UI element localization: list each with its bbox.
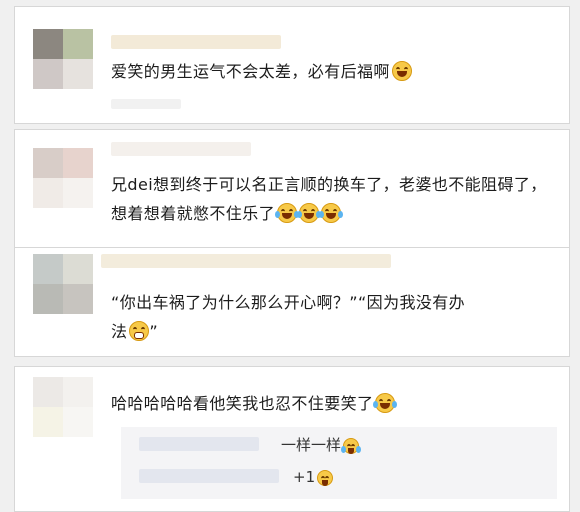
grinning-teeth-icon	[129, 321, 150, 341]
comment-text: 哈哈哈哈哈看他笑我也忍不住要笑了	[111, 389, 557, 418]
blurred-username	[111, 142, 251, 156]
reply-text: +1	[293, 467, 334, 487]
blurred-username	[101, 254, 391, 268]
avatar[interactable]	[33, 29, 93, 89]
comment-card: 哈哈哈哈哈看他笑我也忍不住要笑了 一样一样 +1	[14, 366, 570, 512]
avatar[interactable]	[33, 377, 93, 437]
comment-card: “你出车祸了为什么那么开心啊？”“因为我没有办 法”	[14, 247, 570, 357]
avatar[interactable]	[33, 254, 93, 314]
blurred-timestamp	[111, 99, 181, 109]
blurred-reply-username	[139, 437, 259, 451]
comment-text: 兄dei想到终于可以名正言顺的换车了，老婆也不能阻碍了，想着想着就憋不住乐了	[111, 175, 547, 223]
reply-thread: 一样一样 +1	[121, 427, 557, 499]
tears-of-joy-icon	[373, 393, 398, 413]
avatar[interactable]	[33, 148, 93, 208]
tears-of-joy-icon	[319, 203, 344, 223]
blurred-username	[111, 35, 281, 49]
comment-card: 爱笑的男生运气不会太差，必有后福啊	[14, 6, 570, 124]
laughing-face-icon	[391, 61, 412, 81]
comment-card: 兄dei想到终于可以名正言顺的换车了，老婆也不能阻碍了，想着想着就憋不住乐了	[14, 129, 570, 251]
reply-text: 一样一样	[281, 435, 362, 455]
tears-of-joy-icon	[341, 438, 362, 454]
tears-of-joy-icon	[297, 203, 322, 223]
tears-of-joy-icon	[275, 203, 300, 223]
comment-text: “你出车祸了为什么那么开心啊？”“因为我没有办 法”	[111, 293, 466, 341]
blurred-reply-username	[139, 469, 279, 483]
laughing-face-icon	[317, 470, 334, 486]
comment-text: 爱笑的男生运气不会太差，必有后福啊	[111, 57, 557, 86]
